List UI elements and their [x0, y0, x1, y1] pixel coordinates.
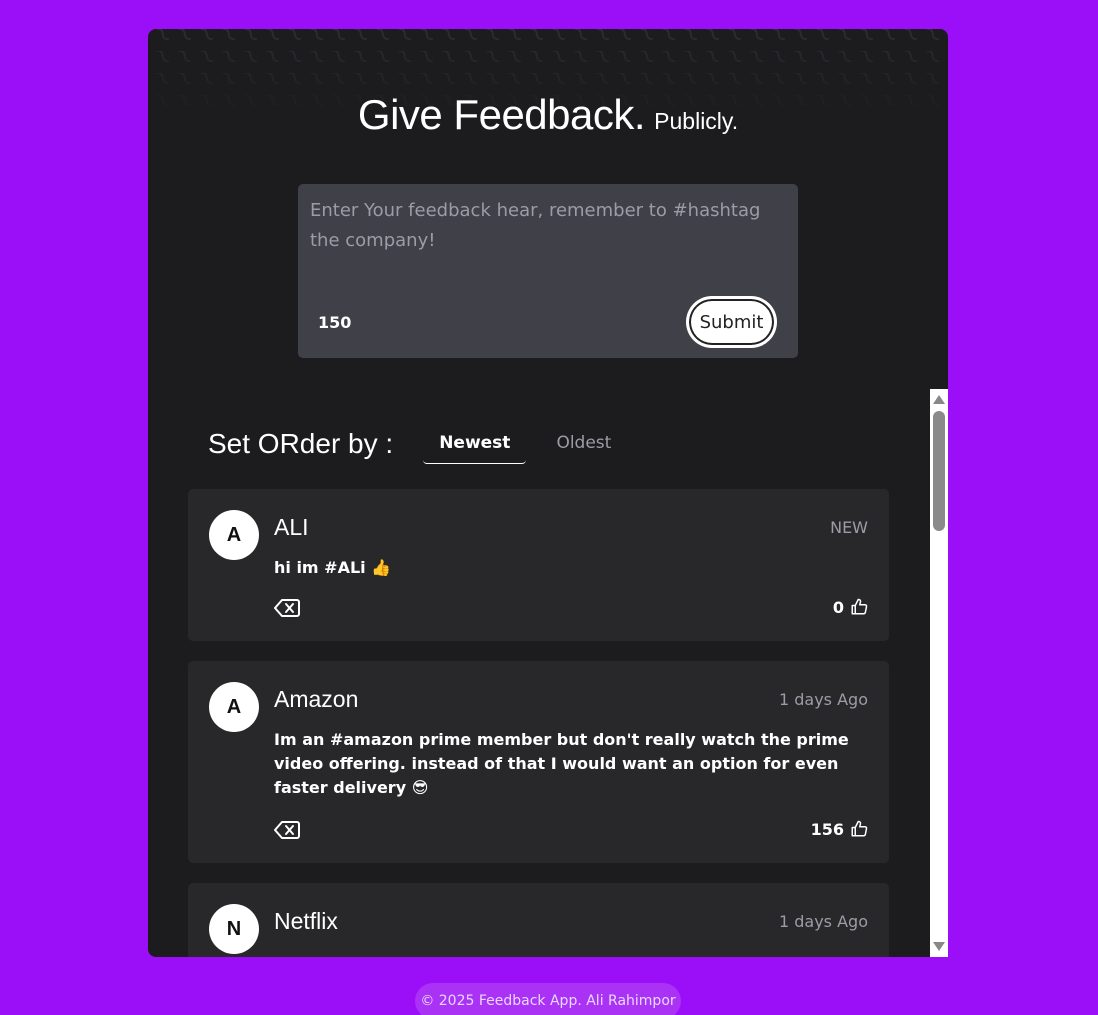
company-name: Netflix [274, 908, 338, 934]
feedback-app: Give Feedback. Publicly. 150 Submit Set … [148, 29, 948, 957]
scrollbar[interactable] [930, 389, 948, 957]
feedback-list-container[interactable]: Set ORder by : Newest Oldest A ALI NEW h… [148, 389, 948, 957]
timestamp: 1 days Ago [778, 912, 868, 931]
backspace-icon[interactable] [274, 820, 300, 840]
feedback-input[interactable] [298, 184, 798, 284]
title-main: Give Feedback. [357, 91, 646, 138]
tab-oldest[interactable]: Oldest [540, 425, 627, 464]
like-button[interactable]: 0 [833, 596, 868, 618]
like-count: 156 [810, 819, 844, 839]
thumbs-up-icon [851, 820, 868, 837]
footer: © 2025 Feedback App. Ali Rahimpor [415, 983, 681, 1015]
like-button[interactable]: 156 [811, 818, 868, 840]
feedback-item: A Amazon 1 days Ago Im an #amazon prime … [188, 661, 889, 863]
timestamp: NEW [830, 518, 868, 537]
tab-newest[interactable]: Newest [423, 425, 527, 464]
company-name: Amazon [274, 686, 359, 712]
submit-button[interactable]: Submit [687, 297, 776, 347]
avatar: A [209, 682, 259, 732]
like-count: 0 [832, 597, 844, 617]
page-title: Give Feedback. Publicly. [148, 91, 948, 139]
character-counter: 150 [318, 313, 352, 332]
thumbs-up-icon [851, 598, 868, 615]
feedback-form: 150 Submit [298, 184, 798, 358]
feedback-text: Im an #amazon prime member but don't rea… [274, 730, 849, 797]
scroll-up-arrow-icon[interactable] [933, 395, 945, 404]
avatar: N [209, 904, 259, 954]
feedback-item: N Netflix 1 days Ago [188, 883, 889, 957]
backspace-icon[interactable] [274, 598, 300, 618]
avatar: A [209, 510, 259, 560]
feedback-text: hi im #ALi 👍 [274, 558, 392, 577]
title-sub: Publicly. [654, 108, 739, 134]
sort-label: Set ORder by : [208, 428, 394, 459]
company-name: ALI [274, 514, 309, 540]
sort-controls: Set ORder by : Newest Oldest [208, 419, 641, 469]
scrollbar-thumb[interactable] [933, 411, 945, 531]
feedback-item: A ALI NEW hi im #ALi 👍 0 [188, 489, 889, 641]
scroll-down-arrow-icon[interactable] [933, 942, 945, 951]
timestamp: 1 days Ago [778, 690, 868, 709]
